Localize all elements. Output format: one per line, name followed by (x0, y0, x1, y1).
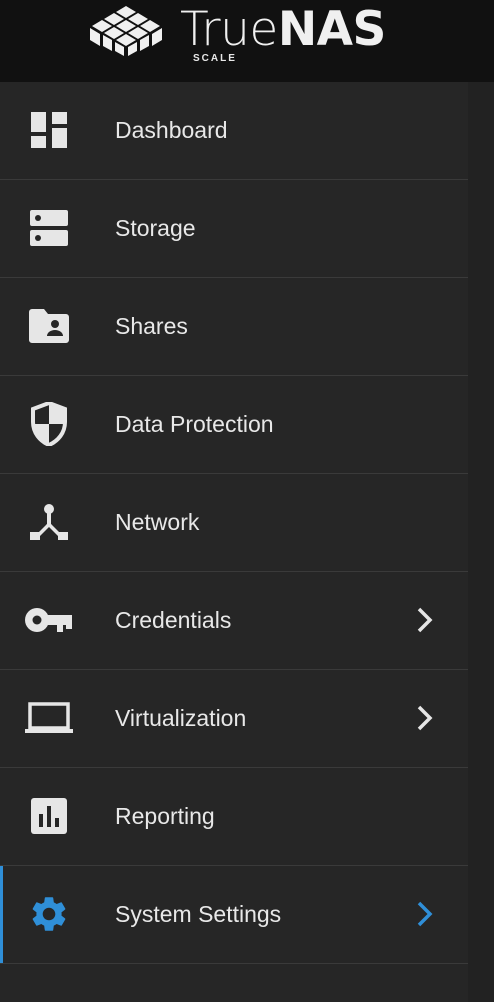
laptop-icon (25, 698, 73, 738)
dashboard-icon (25, 110, 73, 150)
brand-name-bold: NAS (277, 2, 387, 57)
chevron-right-icon (410, 703, 440, 733)
truenas-logo-icon (90, 6, 162, 56)
brand-name-light: True (180, 2, 278, 57)
nav-item-label: Storage (115, 215, 196, 241)
nav-item-label: Data Protection (115, 411, 274, 437)
side-navigation: Dashboard Storage Shares Data Protection… (0, 82, 468, 1002)
nav-item-label: Credentials (115, 607, 232, 633)
nav-item-label: Dashboard (115, 117, 228, 143)
nav-item-dashboard[interactable]: Dashboard (0, 82, 468, 180)
network-icon (25, 502, 73, 542)
nav-item-network[interactable]: Network (0, 474, 468, 572)
chevron-right-icon (410, 605, 440, 635)
nav-item-system-settings[interactable]: System Settings (0, 866, 468, 964)
nav-item-label: Reporting (115, 803, 215, 829)
bar-chart-icon (25, 796, 73, 836)
nav-item-label: System Settings (115, 901, 282, 927)
shares-folder-icon (25, 306, 73, 346)
gear-icon (25, 894, 73, 934)
nav-item-shares[interactable]: Shares (0, 278, 468, 376)
nav-item-virtualization[interactable]: Virtualization (0, 670, 468, 768)
storage-icon (25, 208, 73, 248)
shield-icon (25, 402, 73, 446)
nav-item-label: Virtualization (115, 705, 247, 731)
brand-edition: SCALE (193, 53, 237, 64)
brand-name: TrueNAS (180, 2, 386, 58)
nav-item-data-protection[interactable]: Data Protection (0, 376, 468, 474)
nav-item-credentials[interactable]: Credentials (0, 572, 468, 670)
nav-item-label: Shares (115, 313, 188, 339)
chevron-right-icon (410, 899, 440, 929)
nav-item-reporting[interactable]: Reporting (0, 768, 468, 866)
top-header: TrueNAS SCALE (0, 0, 494, 82)
nav-item-label: Network (115, 509, 200, 535)
key-icon (25, 600, 73, 640)
nav-item-storage[interactable]: Storage (0, 180, 468, 278)
sidebar-scroll-gutter[interactable] (468, 82, 494, 1002)
